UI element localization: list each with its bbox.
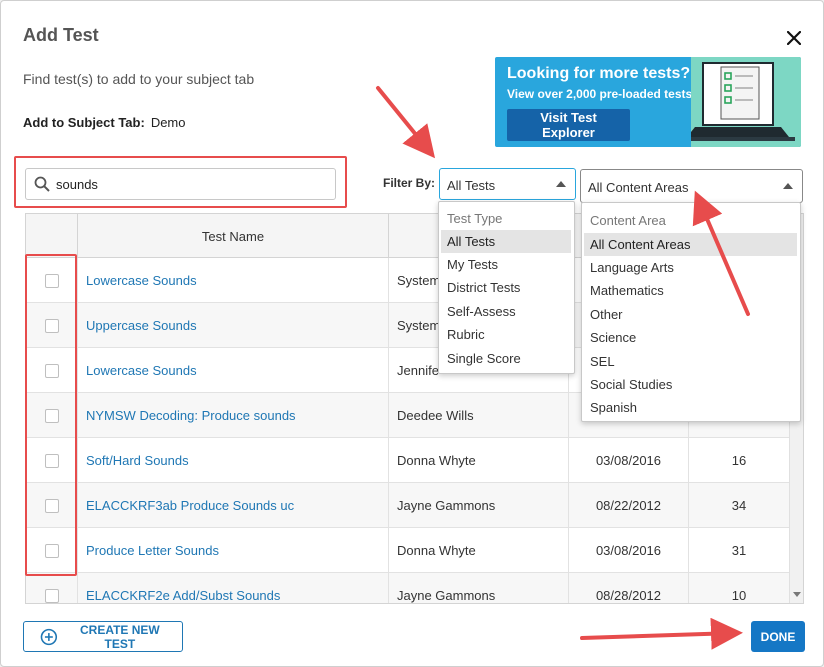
test-name-link[interactable]: Produce Letter Sounds: [86, 543, 219, 558]
content-area-option-sel[interactable]: SEL: [584, 350, 797, 373]
content-area-option-mathematics[interactable]: Mathematics: [584, 279, 797, 302]
test-name-link[interactable]: ELACCKRF2e Add/Subst Sounds: [86, 588, 280, 603]
content-area-option-social-studies[interactable]: Social Studies: [584, 373, 797, 396]
author-cell: Jayne Gammons: [389, 573, 569, 603]
test-type-option-all-tests[interactable]: All Tests: [441, 230, 571, 253]
count-cell: 31: [731, 543, 747, 558]
table-row[interactable]: ELACCKRF2e Add/Subst Sounds Jayne Gammons…: [26, 573, 789, 603]
modal-subtitle: Find test(s) to add to your subject tab: [23, 71, 255, 87]
table-row[interactable]: ELACCKRF3ab Produce Sounds uc Jayne Gammo…: [26, 483, 789, 528]
content-area-option-spanish[interactable]: Spanish: [584, 396, 797, 419]
modal-title: Add Test: [23, 25, 99, 45]
caret-up-icon: [783, 183, 793, 189]
content-area-dropdown: Content Area All Content Areas Language …: [581, 202, 801, 422]
row-select-cell: [26, 438, 78, 483]
table-row[interactable]: Soft/Hard Sounds Donna Whyte 03/08/2016 16: [26, 438, 789, 483]
row-checkbox[interactable]: [44, 408, 59, 423]
content-area-option-language-arts[interactable]: Language Arts: [584, 256, 797, 279]
test-name-cell: Lowercase Sounds: [78, 348, 389, 393]
author-cell: Donna Whyte: [389, 528, 569, 573]
add-test-modal: Add Test Find test(s) to add to your sub…: [0, 0, 824, 667]
caret-up-icon: [556, 181, 566, 187]
search-field[interactable]: [25, 168, 336, 200]
plus-circle-icon: [40, 628, 58, 645]
test-name-link[interactable]: Soft/Hard Sounds: [86, 453, 189, 468]
scroll-down-icon[interactable]: [793, 592, 801, 597]
row-select-cell: [26, 303, 78, 348]
row-checkbox[interactable]: [44, 273, 59, 288]
date-cell: 08/28/2012: [569, 573, 689, 603]
author-cell: Jayne Gammons: [389, 483, 569, 528]
test-type-option-my-tests[interactable]: My Tests: [441, 253, 571, 276]
table-row[interactable]: Produce Letter Sounds Donna Whyte 03/08/20…: [26, 528, 789, 573]
test-type-select[interactable]: All Tests: [439, 168, 576, 200]
close-icon: [787, 31, 801, 45]
search-icon: [34, 176, 50, 192]
count-cell: 10: [731, 588, 747, 603]
subject-tab-value: Demo: [150, 115, 186, 130]
test-name-cell: Uppercase Sounds: [78, 303, 389, 348]
visit-test-explorer-button[interactable]: Visit Test Explorer: [507, 109, 630, 141]
row-select-cell: [26, 348, 78, 393]
test-explorer-promo: Looking for more tests? View over 2,000 …: [495, 57, 801, 147]
row-checkbox[interactable]: [44, 543, 59, 558]
search-input[interactable]: [54, 173, 329, 195]
row-select-cell: [26, 573, 78, 603]
row-checkbox[interactable]: [44, 363, 59, 378]
date-cell: 08/22/2012: [569, 483, 689, 528]
test-type-selected: All Tests: [447, 178, 496, 193]
date-cell: 03/08/2016: [569, 438, 689, 483]
date-cell: 03/08/2016: [569, 528, 689, 573]
filter-label: Filter By:: [383, 176, 436, 190]
row-select-cell: [26, 258, 78, 303]
count-cell: 16: [731, 453, 747, 468]
test-name-cell: ELACCKRF3ab Produce Sounds uc: [78, 483, 389, 528]
test-type-option-single-score[interactable]: Single Score: [441, 347, 571, 370]
row-select-cell: [26, 528, 78, 573]
subject-tab-label: Add to Subject Tab:: [23, 115, 145, 130]
test-name-cell: Lowercase Sounds: [78, 258, 389, 303]
test-type-option-self-assess[interactable]: Self-Assess: [441, 300, 571, 323]
test-type-option-rubric[interactable]: Rubric: [441, 323, 571, 346]
done-button[interactable]: DONE: [751, 621, 805, 652]
content-area-option-all[interactable]: All Content Areas: [584, 233, 797, 256]
close-button[interactable]: [781, 25, 807, 51]
create-new-test-label: CREATE NEW TEST: [79, 622, 160, 651]
content-area-dropdown-header: Content Area: [590, 213, 666, 228]
content-area-selected: All Content Areas: [588, 180, 689, 195]
test-name-cell: Produce Letter Sounds: [78, 528, 389, 573]
test-name-cell: NYMSW Decoding: Produce sounds: [78, 393, 389, 438]
row-checkbox[interactable]: [44, 453, 59, 468]
test-name-link[interactable]: Uppercase Sounds: [86, 318, 197, 333]
author-cell: Deedee Wills: [389, 393, 569, 438]
count-cell: 34: [731, 498, 747, 513]
promo-subtitle: View over 2,000 pre-loaded tests!: [507, 87, 697, 101]
promo-title: Looking for more tests?: [507, 65, 691, 82]
content-area-option-other[interactable]: Other: [584, 303, 797, 326]
test-type-option-district-tests[interactable]: District Tests: [441, 276, 571, 299]
laptop-illustration-icon: [687, 57, 801, 147]
test-name-link[interactable]: Lowercase Sounds: [86, 273, 197, 288]
row-checkbox[interactable]: [44, 588, 59, 603]
test-name-link[interactable]: ELACCKRF3ab Produce Sounds uc: [86, 498, 294, 513]
content-area-option-science[interactable]: Science: [584, 326, 797, 349]
test-name-link[interactable]: NYMSW Decoding: Produce sounds: [86, 408, 296, 423]
author-cell: Donna Whyte: [389, 438, 569, 483]
test-type-dropdown-header: Test Type: [447, 211, 503, 226]
row-select-cell: [26, 393, 78, 438]
row-checkbox[interactable]: [44, 318, 59, 333]
test-name-cell: Soft/Hard Sounds: [78, 438, 389, 483]
subject-tab-info: Add to Subject Tab: Demo: [23, 115, 186, 130]
row-select-cell: [26, 483, 78, 528]
header-select-col: [26, 214, 78, 258]
test-name-link[interactable]: Lowercase Sounds: [86, 363, 197, 378]
content-area-select[interactable]: All Content Areas: [580, 169, 803, 203]
create-new-test-button[interactable]: CREATE NEW TEST: [23, 621, 183, 652]
row-checkbox[interactable]: [44, 498, 59, 513]
header-test-name[interactable]: Test Name: [78, 214, 389, 258]
test-name-cell: ELACCKRF2e Add/Subst Sounds: [78, 573, 389, 603]
test-type-dropdown: Test Type All Tests My Tests District Te…: [438, 201, 575, 374]
